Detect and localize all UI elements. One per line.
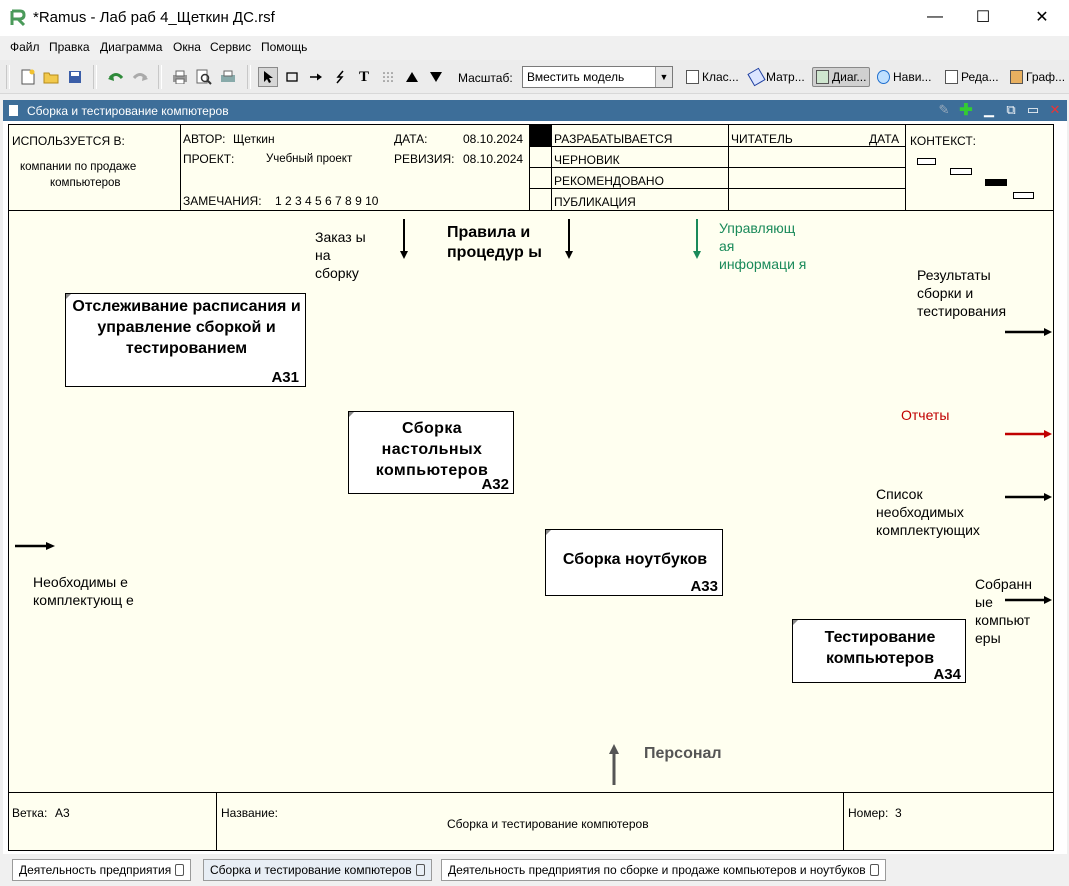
tab-document-icon[interactable]	[415, 864, 425, 876]
arrow-label-personnel[interactable]: Персонал	[644, 745, 722, 763]
output-arrow-components-list[interactable]	[1005, 493, 1052, 501]
tab-enterprise-assembly-sales[interactable]: Деятельность предприятия по сборке и про…	[441, 859, 886, 881]
tab-enterprise-activity[interactable]: Деятельность предприятия	[12, 859, 192, 881]
arrow-label-results[interactable]: Результаты сборки и тестирования	[917, 266, 1037, 320]
control-arrow-info[interactable]	[693, 219, 701, 259]
arrow-label-required[interactable]: Необходимы е комплектующ е	[33, 573, 141, 609]
arrow-label-assembled[interactable]: Собранн ые компьют еры	[975, 575, 1047, 647]
footer-divider	[8, 792, 1054, 793]
tab-assembly-testing[interactable]: Сборка и тестирование компютеров	[203, 859, 432, 881]
number-value: 3	[895, 806, 902, 820]
arrow-label-rules[interactable]: Правила и процедур ы	[447, 223, 551, 263]
arrow-label-components-list[interactable]: Список необходимых комплектующих	[876, 485, 1006, 539]
control-arrow-rules[interactable]	[565, 219, 573, 259]
arrow-label-reports[interactable]: Отчеты	[901, 406, 949, 424]
arrows-layer	[15, 219, 1052, 785]
input-arrow-required[interactable]	[15, 542, 55, 550]
footer-divider	[843, 792, 844, 851]
tab-document-icon[interactable]	[175, 864, 185, 876]
name-value: Сборка и тестирование компютеров	[447, 817, 649, 831]
output-arrow-reports[interactable]	[1005, 430, 1052, 438]
control-arrow-order[interactable]	[400, 219, 408, 259]
mechanism-arrow-personnel[interactable]	[609, 744, 619, 785]
arrow-label-order[interactable]: Заказ ы на сборку	[315, 228, 371, 282]
branch-value: A3	[55, 806, 70, 820]
number-label: Номер:	[848, 806, 889, 820]
branch-label: Ветка:	[12, 806, 48, 820]
output-arrow-results[interactable]	[1005, 328, 1052, 336]
diagram-tabs: Деятельность предприятия Сборка и тестир…	[0, 856, 1069, 886]
arrow-label-control-info[interactable]: Управляющ ая информаци я	[719, 219, 811, 273]
footer-divider	[216, 792, 217, 851]
tab-document-icon[interactable]	[869, 864, 879, 876]
name-label: Название:	[221, 806, 278, 820]
